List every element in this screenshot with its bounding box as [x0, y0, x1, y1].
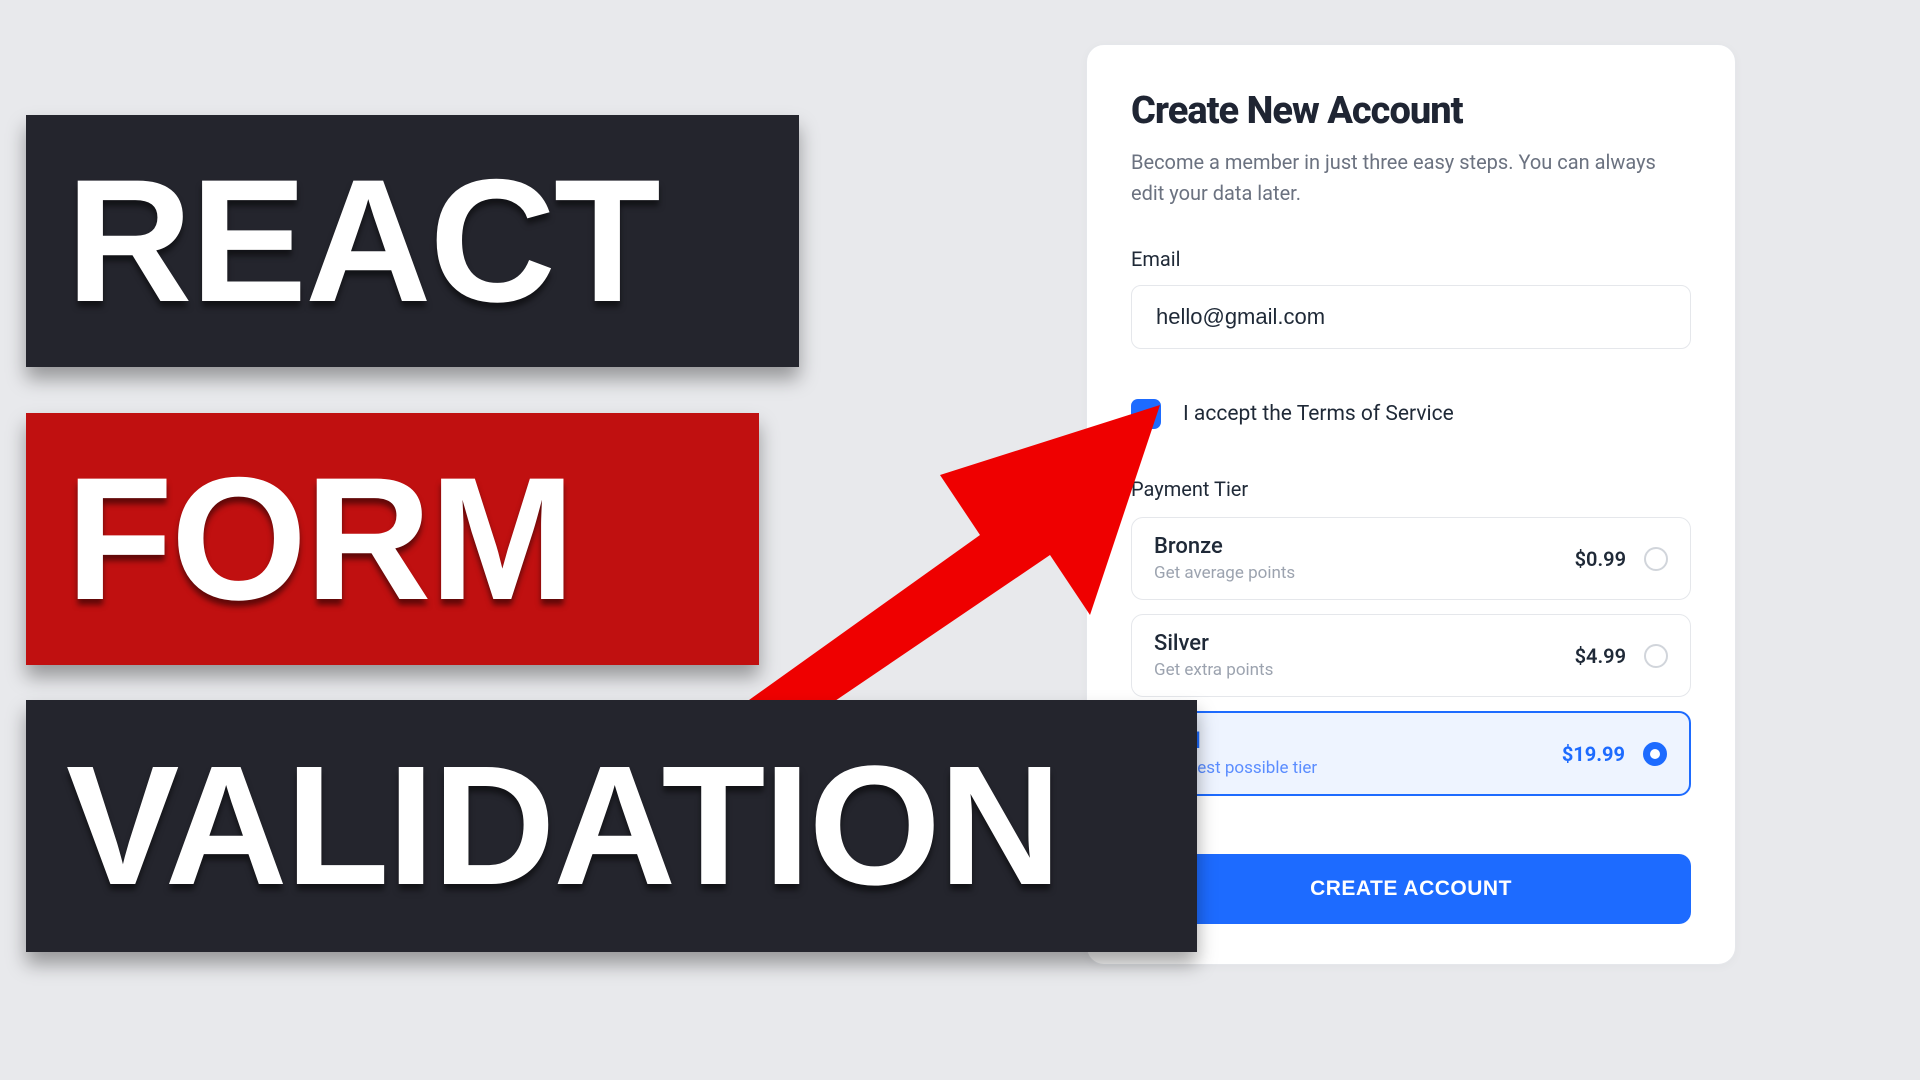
- radio-icon: [1644, 547, 1668, 571]
- radio-icon: [1643, 742, 1667, 766]
- headline-word-form: FORM: [26, 413, 759, 665]
- create-account-button[interactable]: CREATE ACCOUNT: [1131, 854, 1691, 924]
- email-input[interactable]: [1131, 285, 1691, 349]
- tier-name: Bronze: [1154, 534, 1295, 559]
- headline-word-validation: VALIDATION: [26, 700, 1197, 952]
- form-title: Create New Account: [1131, 89, 1691, 133]
- headline-word-react: REACT: [26, 115, 799, 367]
- tier-option-silver[interactable]: Silver Get extra points $4.99: [1131, 614, 1691, 697]
- check-icon: [1137, 405, 1155, 423]
- tier-name: Silver: [1154, 631, 1273, 656]
- headline-word-validation-text: VALIDATION: [66, 741, 1060, 911]
- tier-option-gold[interactable]: Gold The best possible tier $19.99: [1131, 711, 1691, 796]
- email-field-group: Email: [1131, 247, 1691, 349]
- tier-price: $19.99: [1562, 742, 1625, 766]
- tos-label: I accept the Terms of Service: [1183, 402, 1454, 426]
- tos-row: I accept the Terms of Service: [1131, 399, 1691, 429]
- tier-sub: Get extra points: [1154, 660, 1273, 680]
- payment-tier-label: Payment Tier: [1131, 477, 1691, 501]
- form-description: Become a member in just three easy steps…: [1131, 147, 1691, 209]
- email-label: Email: [1131, 247, 1691, 271]
- radio-icon: [1644, 644, 1668, 668]
- tos-checkbox[interactable]: [1131, 399, 1161, 429]
- tier-price: $4.99: [1575, 644, 1626, 668]
- tier-sub: Get average points: [1154, 563, 1295, 583]
- headline-word-react-text: REACT: [66, 154, 659, 329]
- tier-option-bronze[interactable]: Bronze Get average points $0.99: [1131, 517, 1691, 600]
- tier-price: $0.99: [1575, 547, 1626, 571]
- headline-word-form-text: FORM: [66, 452, 573, 627]
